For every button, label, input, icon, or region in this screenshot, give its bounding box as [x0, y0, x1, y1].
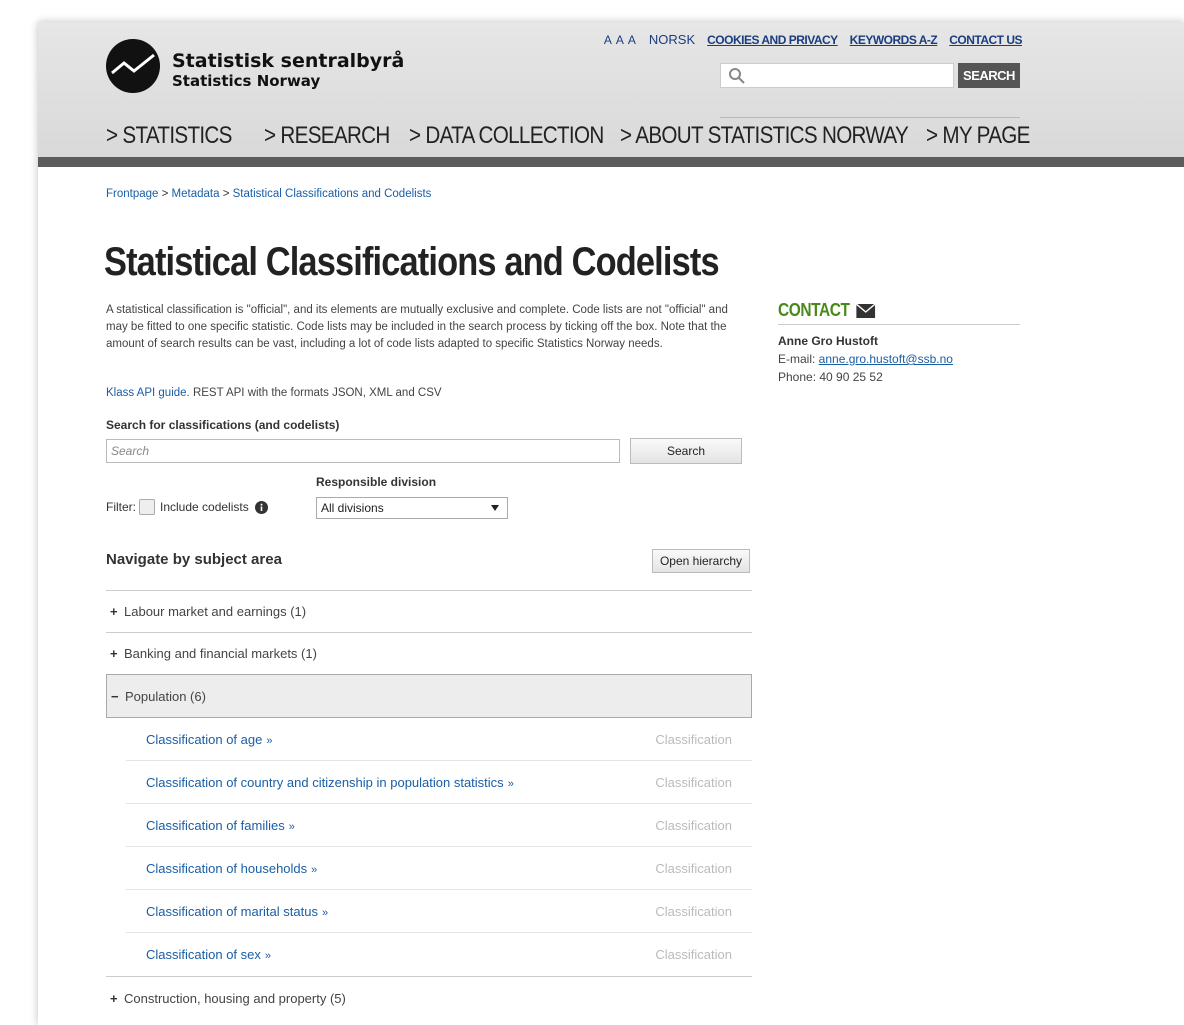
classification-type: Classification — [655, 947, 732, 962]
contact-email: E-mail: anne.gro.hustoft@ssb.no — [778, 352, 953, 366]
nav-research[interactable]: > RESEARCH — [264, 122, 390, 150]
filter-label: Filter: — [106, 500, 136, 514]
intro-text: A statistical classification is "officia… — [106, 304, 728, 350]
division-select-value: All divisions — [321, 501, 384, 515]
email-label: E-mail: — [778, 352, 819, 366]
list-item: Classification of age» Classification — [126, 718, 752, 761]
subject-label: Labour market and earnings (1) — [124, 604, 307, 619]
classification-link[interactable]: Classification of families» — [146, 818, 295, 833]
subject-item-labour[interactable]: + Labour market and earnings (1) — [106, 590, 752, 632]
include-codelists-checkbox[interactable] — [139, 499, 155, 515]
font-size-toggle[interactable]: A A A — [604, 33, 637, 47]
envelope-icon — [856, 303, 876, 318]
subject-item-banking[interactable]: + Banking and financial markets (1) — [106, 632, 752, 674]
classification-link[interactable]: Classification of age» — [146, 732, 272, 747]
breadcrumb: Frontpage > Metadata > Statistical Class… — [106, 188, 431, 200]
subject-label: Construction, housing and property (5) — [124, 990, 346, 1006]
classification-link[interactable]: Classification of country and citizenshi… — [146, 775, 514, 790]
nav-statistics[interactable]: > STATISTICS — [106, 122, 242, 150]
page-frame: Statistisk sentralbyrå Statistics Norway… — [38, 22, 1184, 1025]
classification-link[interactable]: Classification of marital status» — [146, 904, 328, 919]
site-search-input[interactable] — [720, 63, 954, 88]
contact-name: Anne Gro Hustoft — [778, 334, 878, 348]
open-hierarchy-button[interactable]: Open hierarchy — [652, 549, 750, 573]
breadcrumb-current[interactable]: Statistical Classifications and Codelist… — [233, 188, 432, 200]
logo-title[interactable]: Statistisk sentralbyrå — [172, 50, 404, 72]
api-description: REST API with the formats JSON, XML and … — [189, 387, 442, 399]
classification-type: Classification — [655, 731, 732, 747]
responsible-division-select[interactable]: All divisions — [316, 497, 508, 519]
logo-subtitle[interactable]: Statistics Norway — [172, 72, 320, 90]
top-links: A A A NORSK COOKIES AND PRIVACY KEYWORDS… — [604, 32, 1023, 47]
nav-my-page[interactable]: > MY PAGE — [926, 122, 1030, 150]
breadcrumb-separator: > — [158, 188, 172, 200]
expand-icon: + — [110, 646, 118, 661]
classification-type: Classification — [655, 774, 732, 790]
classification-link[interactable]: Classification of households» — [146, 861, 317, 876]
expand-icon: + — [110, 990, 118, 1006]
api-line: Klass API guide. REST API with the forma… — [106, 387, 442, 399]
subject-list: + Labour market and earnings (1) + Banki… — [106, 590, 752, 1019]
ssb-logo-icon[interactable] — [106, 39, 160, 93]
collapse-icon: − — [111, 688, 119, 704]
classification-type: Classification — [655, 860, 732, 876]
responsible-division-label: Responsible division — [316, 475, 437, 489]
page-title: Statistical Classifications and Codelist… — [104, 240, 720, 284]
population-classifications: Classification of age» Classification Cl… — [106, 718, 752, 977]
classification-search-input[interactable] — [106, 439, 620, 463]
search-label: Search for classifications (and codelist… — [106, 418, 340, 432]
api-guide-link[interactable]: Klass API guide. — [106, 387, 190, 399]
nav-about[interactable]: > ABOUT STATISTICS NORWAY — [620, 122, 909, 150]
classification-type: Classification — [655, 817, 732, 833]
subject-label: Banking and financial markets (1) — [124, 646, 317, 661]
filter-row: Filter: Include codelists — [106, 499, 268, 515]
list-item: Classification of sex» Classification — [126, 933, 752, 976]
navigate-subject-heading: Navigate by subject area — [106, 551, 282, 568]
contact-email-link[interactable]: anne.gro.hustoft@ssb.no — [819, 352, 953, 366]
main-nav: > STATISTICS > RESEARCH > DATA COLLECTIO… — [106, 122, 1036, 150]
list-item: Classification of country and citizenshi… — [126, 761, 752, 804]
info-icon[interactable] — [254, 500, 268, 514]
contact-us-link[interactable]: CONTACT US — [949, 33, 1022, 47]
classification-type: Classification — [655, 903, 732, 919]
breadcrumb-separator: > — [219, 188, 233, 200]
breadcrumb-frontpage[interactable]: Frontpage — [106, 188, 158, 200]
search-icon — [729, 68, 745, 84]
contact-title-text: CONTACT — [778, 300, 850, 320]
contact-divider — [778, 324, 1020, 325]
list-item: Classification of families» Classificati… — [126, 804, 752, 847]
header-divider — [720, 117, 1020, 118]
expand-icon: + — [110, 604, 118, 619]
language-link[interactable]: NORSK — [649, 32, 695, 47]
contact-heading: CONTACT — [778, 300, 876, 321]
subject-label: Population (6) — [125, 688, 206, 704]
dropdown-arrow-icon — [491, 505, 499, 511]
keywords-link[interactable]: KEYWORDS A-Z — [850, 33, 938, 47]
site-search-button[interactable]: SEARCH — [958, 63, 1020, 88]
list-item: Classification of households» Classifica… — [126, 847, 752, 890]
site-header: Statistisk sentralbyrå Statistics Norway… — [38, 22, 1184, 167]
include-codelists-label: Include codelists — [160, 500, 249, 514]
contact-phone: Phone: 40 90 25 52 — [778, 370, 883, 384]
classification-link[interactable]: Classification of sex» — [146, 947, 271, 962]
list-item: Classification of marital status» Classi… — [126, 890, 752, 933]
cookies-link[interactable]: COOKIES AND PRIVACY — [707, 33, 838, 47]
subject-item-population[interactable]: − Population (6) — [106, 674, 752, 718]
subject-item-construction[interactable]: + Construction, housing and property (5) — [106, 977, 752, 1019]
nav-data-collection[interactable]: > DATA COLLECTION — [409, 122, 604, 150]
classification-search-button[interactable]: Search — [630, 438, 742, 464]
breadcrumb-metadata[interactable]: Metadata — [172, 188, 220, 200]
